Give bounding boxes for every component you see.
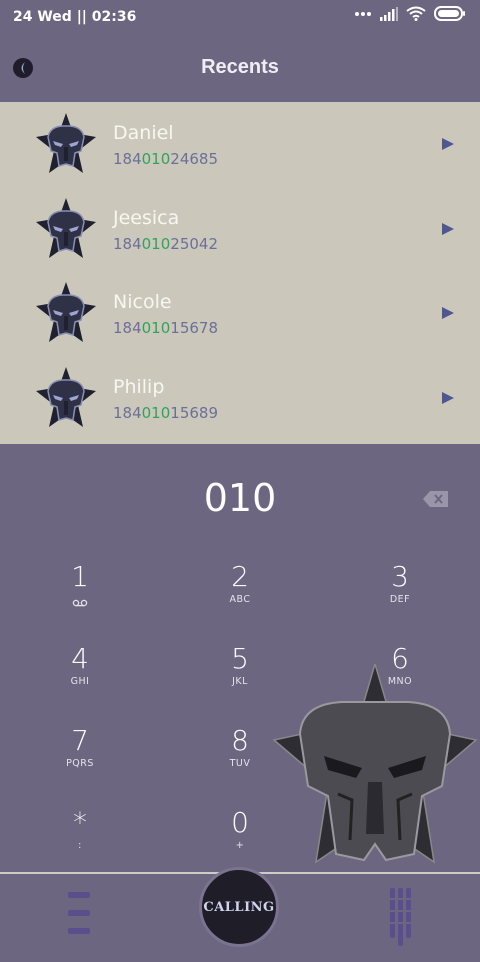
status-bar: 24 Wed || 02:36 bbox=[0, 0, 480, 34]
avatar bbox=[34, 111, 98, 175]
avatar bbox=[34, 365, 98, 429]
helmet-mascot-icon bbox=[272, 664, 478, 864]
status-icons bbox=[354, 6, 466, 21]
recent-contact-row[interactable]: Philip 18401015689 bbox=[0, 356, 480, 440]
number-match-highlight: 010 bbox=[141, 319, 171, 337]
avatar bbox=[34, 196, 98, 260]
avatar bbox=[34, 280, 98, 344]
play-arrow-icon[interactable] bbox=[441, 222, 455, 236]
call-button[interactable]: CALLING bbox=[199, 867, 279, 947]
backspace-icon[interactable] bbox=[422, 489, 450, 509]
number-prefix: 184 bbox=[113, 319, 142, 337]
key-letters: PQRS bbox=[66, 758, 94, 769]
header: Recents bbox=[0, 34, 480, 102]
more-dots-icon bbox=[355, 11, 371, 16]
number-match-highlight: 010 bbox=[141, 403, 171, 422]
status-time: 24 Wed || 02:36 bbox=[13, 9, 137, 25]
key-digit: 2 bbox=[231, 560, 249, 593]
key-digit: * bbox=[73, 806, 87, 839]
contact-name: Daniel bbox=[113, 122, 174, 144]
page-title: Recents bbox=[201, 56, 279, 78]
key-4[interactable]: 4 GHI bbox=[20, 642, 140, 718]
number-match-highlight: 010 bbox=[141, 234, 171, 253]
contact-number: 18401015678 bbox=[113, 319, 218, 337]
recent-contact-row[interactable]: Jeesica 18401025042 bbox=[0, 187, 480, 271]
battery-icon bbox=[434, 6, 465, 21]
key-2[interactable]: 2 ABC bbox=[180, 560, 300, 636]
key-digit: 4 bbox=[71, 642, 89, 675]
contact-number: 18401015689 bbox=[113, 404, 218, 422]
menu-icon[interactable] bbox=[68, 890, 90, 936]
key-letters: : bbox=[78, 840, 82, 851]
number-prefix: 184 bbox=[113, 234, 142, 253]
recent-contact-row[interactable]: Daniel 18401024685 bbox=[0, 102, 480, 186]
recent-contact-row[interactable]: Nicole 18401015678 bbox=[0, 271, 480, 355]
key-star[interactable]: *: bbox=[20, 806, 140, 882]
contact-number: 18401025042 bbox=[113, 235, 218, 253]
call-button-label: CALLING bbox=[203, 899, 275, 915]
key-7[interactable]: 7 PQRS bbox=[20, 724, 140, 800]
dial-input-display[interactable]: 010 bbox=[0, 476, 480, 520]
key-digit: 7 bbox=[71, 724, 89, 757]
voicemail-icon bbox=[72, 599, 88, 607]
contact-name: Philip bbox=[113, 375, 165, 398]
number-suffix: 15678 bbox=[170, 319, 218, 337]
key-letters: GHI bbox=[70, 676, 90, 687]
key-digit: 3 bbox=[391, 560, 409, 593]
number-suffix: 25042 bbox=[170, 234, 218, 253]
contact-name: Jeesica bbox=[113, 206, 180, 229]
number-match-highlight: 010 bbox=[141, 150, 171, 168]
key-1[interactable]: 1 bbox=[20, 560, 140, 636]
dialpad-icon[interactable] bbox=[388, 888, 412, 950]
contact-name: Nicole bbox=[113, 291, 172, 313]
play-arrow-icon[interactable] bbox=[441, 306, 455, 320]
signal-icon bbox=[380, 6, 398, 21]
play-arrow-icon[interactable] bbox=[441, 137, 455, 151]
key-digit: 1 bbox=[71, 560, 89, 593]
key-letters: ABC bbox=[229, 594, 251, 605]
number-prefix: 184 bbox=[113, 403, 142, 422]
recents-list: Daniel 18401024685 Jeesica 18401025042 Nic… bbox=[0, 102, 480, 444]
contact-number: 18401024685 bbox=[113, 150, 218, 168]
number-suffix: 15689 bbox=[170, 403, 218, 422]
key-letters: DEF bbox=[389, 594, 411, 605]
key-3[interactable]: 3 DEF bbox=[340, 560, 460, 636]
number-prefix: 184 bbox=[113, 150, 142, 168]
wifi-icon bbox=[406, 6, 426, 21]
number-suffix: 24685 bbox=[170, 150, 218, 168]
play-arrow-icon[interactable] bbox=[441, 391, 455, 405]
